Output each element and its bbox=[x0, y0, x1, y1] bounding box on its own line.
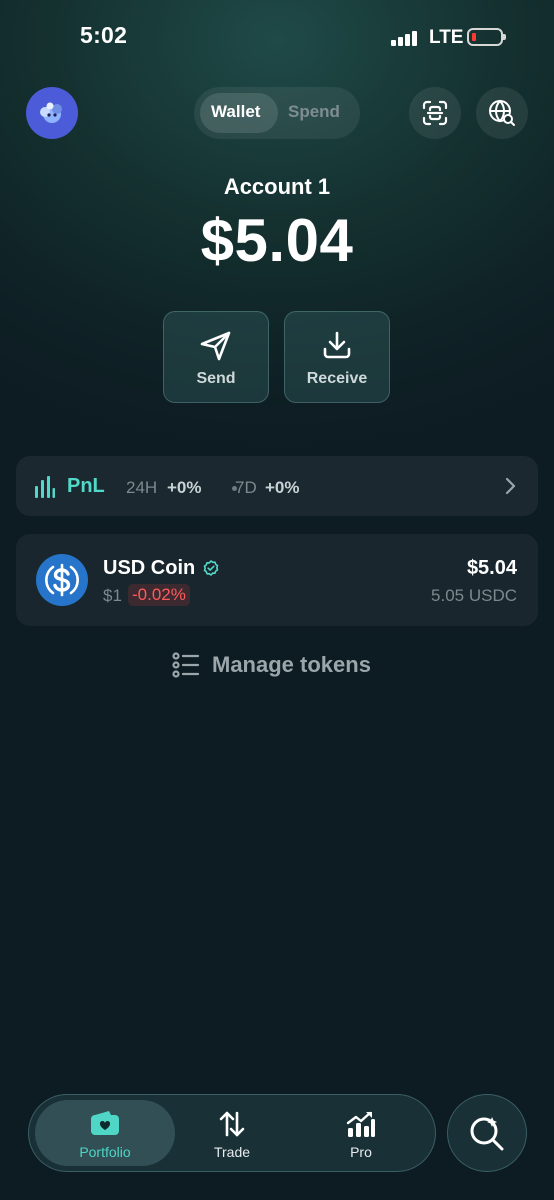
list-icon bbox=[172, 652, 200, 678]
globe-search-icon bbox=[489, 99, 515, 126]
token-price: $1 bbox=[103, 586, 122, 605]
pnl-period-7d: 7D bbox=[235, 478, 257, 497]
token-amount: 5.05 USDC bbox=[431, 586, 517, 605]
bar-chart-icon bbox=[35, 476, 55, 498]
pnl-value-7d: +0% bbox=[265, 478, 300, 497]
wallet-spend-toggle: Wallet Spend bbox=[194, 87, 360, 139]
usdc-icon bbox=[36, 554, 88, 606]
chevron-right-icon bbox=[505, 477, 516, 495]
tab-spend[interactable]: Spend bbox=[288, 102, 340, 122]
nav-item-pro[interactable]: Pro bbox=[301, 1095, 421, 1171]
network-label: LTE bbox=[429, 27, 464, 48]
pnl-title: PnL bbox=[67, 475, 105, 497]
battery-icon bbox=[467, 28, 506, 46]
signal-icon bbox=[391, 31, 417, 46]
pnl-bar[interactable]: PnL 24H +0% 7D +0% bbox=[16, 456, 538, 516]
pnl-period-24h: 24H bbox=[126, 478, 158, 497]
avatar[interactable] bbox=[26, 87, 78, 139]
list-item[interactable]: USD Coin $1 -0.02% $5.04 5.05 USDC bbox=[16, 534, 538, 626]
scan-icon bbox=[422, 100, 448, 126]
download-icon bbox=[323, 331, 351, 359]
sparkle-search-icon bbox=[470, 1117, 504, 1151]
account-balance: $5.04 bbox=[200, 207, 354, 274]
pnl-value-24h: +0% bbox=[167, 478, 202, 497]
send-icon bbox=[200, 331, 231, 361]
nav-item-portfolio[interactable]: Portfolio bbox=[45, 1095, 165, 1171]
nav-item-trade[interactable]: Trade bbox=[172, 1095, 292, 1171]
receive-button[interactable]: Receive bbox=[284, 311, 390, 403]
tab-wallet[interactable]: Wallet bbox=[211, 102, 260, 122]
account-name[interactable]: Account 1 bbox=[0, 174, 554, 200]
explore-button[interactable] bbox=[476, 87, 528, 139]
nav-label-trade: Trade bbox=[213, 1144, 251, 1160]
nav-label-pro: Pro bbox=[350, 1144, 372, 1160]
send-button[interactable]: Send bbox=[163, 311, 269, 403]
receive-label: Receive bbox=[306, 370, 368, 387]
verified-badge-icon bbox=[203, 560, 219, 576]
search-button[interactable] bbox=[447, 1094, 527, 1172]
manage-tokens-label: Manage tokens bbox=[212, 652, 371, 677]
chart-up-icon bbox=[346, 1111, 375, 1137]
blob-avatar-icon bbox=[40, 102, 62, 123]
token-name: USD Coin bbox=[103, 557, 196, 579]
manage-tokens-button[interactable]: Manage tokens bbox=[172, 648, 371, 682]
status-time: 5:02 bbox=[80, 22, 128, 48]
token-change: -0.02% bbox=[128, 584, 190, 606]
send-label: Send bbox=[196, 370, 236, 387]
scan-button[interactable] bbox=[409, 87, 461, 139]
wallet-icon bbox=[91, 1111, 119, 1135]
nav-label-portfolio: Portfolio bbox=[79, 1144, 131, 1160]
arrows-up-down-icon bbox=[219, 1111, 245, 1137]
bottom-nav: Portfolio Trade Pro bbox=[28, 1094, 436, 1172]
token-value: $5.04 bbox=[466, 557, 517, 579]
